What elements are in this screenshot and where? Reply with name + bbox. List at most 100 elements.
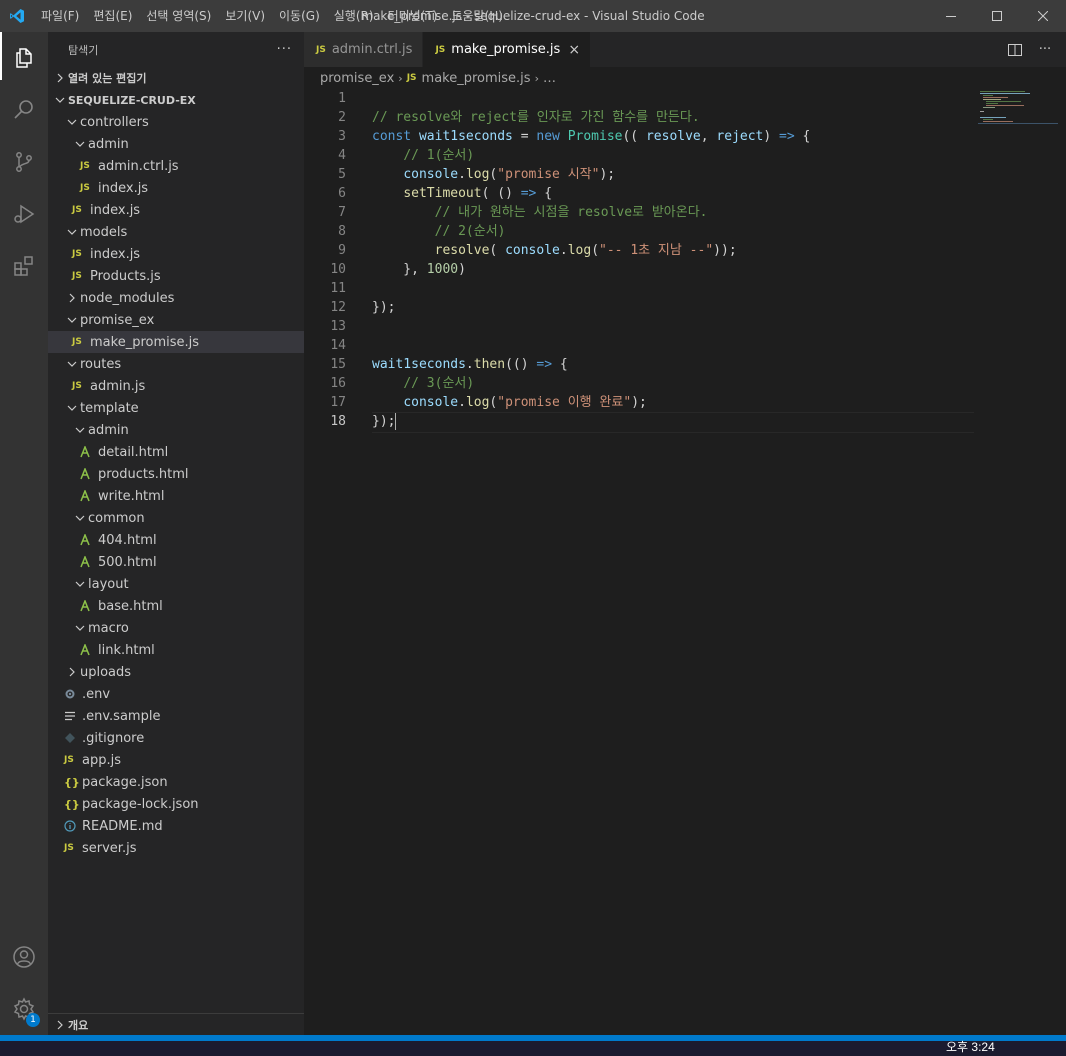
chevron-down-icon: [72, 513, 88, 523]
extensions-icon[interactable]: [0, 240, 48, 292]
tree-folder[interactable]: layout: [48, 573, 304, 595]
tree-file[interactable]: detail.html: [48, 441, 304, 463]
maximize-button[interactable]: [974, 0, 1020, 32]
tree-file[interactable]: .env.sample: [48, 705, 304, 727]
tab-admin-ctrl[interactable]: JS admin.ctrl.js: [304, 32, 424, 67]
code-line: 17 console.log("promise 이행 완료");: [304, 393, 1066, 412]
tree-file[interactable]: {} package.json: [48, 771, 304, 793]
code-token: });: [372, 414, 396, 429]
tree-file[interactable]: write.html: [48, 485, 304, 507]
tree-item-label: admin.ctrl.js: [98, 158, 179, 174]
code-token: resolve: [645, 129, 701, 144]
breadcrumb-symbol[interactable]: …: [543, 71, 556, 86]
tree-file[interactable]: JS admin.ctrl.js: [48, 155, 304, 177]
tree-item-label: macro: [88, 620, 129, 636]
breadcrumb-file[interactable]: make_promise.js: [422, 71, 531, 86]
tree-item-label: admin: [88, 136, 129, 152]
project-label: SEQUELIZE-CRUD-EX: [68, 93, 196, 107]
tree-file[interactable]: .env: [48, 683, 304, 705]
tree-file[interactable]: JS Products.js: [48, 265, 304, 287]
tree-file[interactable]: {} package-lock.json: [48, 793, 304, 815]
code-token: then: [473, 357, 506, 372]
code-text: console.log("promise 이행 완료");: [346, 393, 647, 412]
tree-folder[interactable]: macro: [48, 617, 304, 639]
tree-folder[interactable]: common: [48, 507, 304, 529]
breadcrumb-folder[interactable]: promise_ex: [320, 71, 394, 86]
editor-tabs: JS admin.ctrl.js JS make_promise.js × ··…: [304, 32, 1066, 67]
close-window-button[interactable]: [1020, 0, 1066, 32]
line-number: 4: [338, 148, 346, 163]
tree-file[interactable]: JS index.js: [48, 177, 304, 199]
code-token: ((): [505, 357, 537, 372]
tree-file[interactable]: base.html: [48, 595, 304, 617]
code-token: ): [458, 262, 466, 277]
menu-item[interactable]: 편집(E): [86, 0, 139, 32]
menu-item[interactable]: 파일(F): [34, 0, 86, 32]
tree-folder[interactable]: admin: [48, 419, 304, 441]
code-token: wait1seconds: [372, 357, 466, 372]
tree-folder[interactable]: models: [48, 221, 304, 243]
accounts-icon[interactable]: [0, 931, 48, 983]
menu-item[interactable]: 터미널(T): [381, 0, 445, 32]
manage-gear-icon[interactable]: 1: [0, 983, 48, 1035]
menu-item[interactable]: 이동(G): [272, 0, 327, 32]
tree-file[interactable]: JS index.js: [48, 243, 304, 265]
tree-item-label: write.html: [98, 488, 165, 504]
menu-item[interactable]: 선택 영역(S): [139, 0, 218, 32]
tree-folder[interactable]: routes: [48, 353, 304, 375]
outline-section[interactable]: 개요: [48, 1013, 304, 1035]
open-editors-section[interactable]: 열려 있는 편집기: [48, 67, 304, 89]
tree-file[interactable]: README.md: [48, 815, 304, 837]
tree-item-label: .env.sample: [82, 708, 161, 724]
nunjucks-file-icon: [80, 468, 98, 480]
tree-file[interactable]: products.html: [48, 463, 304, 485]
tree-item-label: .gitignore: [82, 730, 145, 746]
code-text: const wait1seconds = new Promise(( resol…: [346, 127, 810, 146]
code-line: 9 resolve( console.log("-- 1초 지남 --"));: [304, 241, 1066, 260]
tab-label: admin.ctrl.js: [331, 42, 413, 57]
code-token: ( (): [481, 186, 521, 201]
nunjucks-file-icon: [80, 534, 98, 546]
tree-item-label: admin: [88, 422, 129, 438]
tree-item-label: base.html: [98, 598, 163, 614]
tree-folder[interactable]: template: [48, 397, 304, 419]
project-section[interactable]: SEQUELIZE-CRUD-EX: [48, 89, 304, 111]
explorer-icon[interactable]: [0, 32, 48, 84]
tree-file[interactable]: JS app.js: [48, 749, 304, 771]
tree-folder[interactable]: controllers: [48, 111, 304, 133]
tree-file[interactable]: JS make_promise.js: [48, 331, 304, 353]
tree-folder[interactable]: node_modules: [48, 287, 304, 309]
split-editor-icon[interactable]: [1000, 43, 1030, 57]
menu-item[interactable]: 도움말(H): [444, 0, 510, 32]
close-icon[interactable]: ×: [568, 42, 580, 58]
tree-file[interactable]: 500.html: [48, 551, 304, 573]
menu-item[interactable]: 실행(R): [327, 0, 381, 32]
tree-file[interactable]: .gitignore: [48, 727, 304, 749]
vscode-logo-icon: [0, 0, 34, 32]
js-file-icon: JS: [72, 337, 82, 347]
search-icon[interactable]: [0, 84, 48, 136]
more-actions-button[interactable]: ···: [277, 42, 292, 57]
line-number: 2: [338, 110, 346, 125]
code-editor[interactable]: 1 2// resolve와 reject를 인자로 가진 함수를 만든다. 3 co…: [304, 89, 1066, 433]
code-token: Promise: [567, 129, 623, 144]
tab-make-promise[interactable]: JS make_promise.js ×: [423, 32, 592, 67]
tree-file[interactable]: link.html: [48, 639, 304, 661]
tree-folder[interactable]: uploads: [48, 661, 304, 683]
tree-item-label: 404.html: [98, 532, 157, 548]
line-number: 11: [330, 281, 346, 296]
tree-folder[interactable]: admin: [48, 133, 304, 155]
tree-file[interactable]: 404.html: [48, 529, 304, 551]
minimap[interactable]: [978, 89, 1058, 129]
tree-file[interactable]: JS admin.js: [48, 375, 304, 397]
minimize-button[interactable]: [928, 0, 974, 32]
menu-item[interactable]: 보기(V): [218, 0, 272, 32]
source-control-icon[interactable]: [0, 136, 48, 188]
tree-folder[interactable]: promise_ex: [48, 309, 304, 331]
run-debug-icon[interactable]: [0, 188, 48, 240]
tree-file[interactable]: JS index.js: [48, 199, 304, 221]
editor-more-icon[interactable]: ···: [1030, 42, 1060, 57]
tree-file[interactable]: JS server.js: [48, 837, 304, 859]
